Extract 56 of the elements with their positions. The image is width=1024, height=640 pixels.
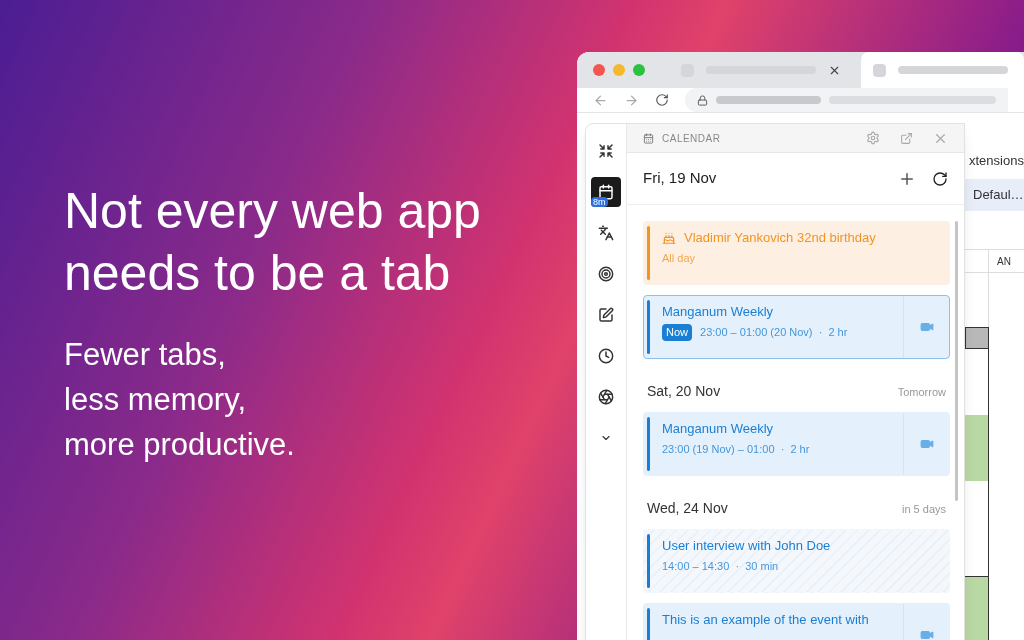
event-card[interactable]: Vladimir Yankovich 32nd birthday All day <box>643 221 950 285</box>
event-title: Manganum Weekly <box>662 421 774 437</box>
time-badge: 8m <box>591 197 608 207</box>
back-icon[interactable] <box>593 92 608 108</box>
scrollbar[interactable] <box>955 221 958 501</box>
event-card[interactable]: This is an example of the event with <box>643 603 950 640</box>
event-time: All day <box>662 251 696 266</box>
current-date: Fri, 19 Nov <box>643 168 717 189</box>
arrows-icon <box>598 143 614 159</box>
calendar-icon <box>598 184 614 200</box>
translate-icon <box>598 225 614 241</box>
headline: Not every web app needs to be a tab <box>64 182 482 303</box>
subline: less memory, <box>64 381 247 419</box>
event-card[interactable]: User interview with John Doe 14:00 – 14:30 · 30 min <box>643 529 950 593</box>
event-time: 23:00 (19 Nov) – 01:00 · 2 hr <box>662 442 810 457</box>
pop-out-icon[interactable] <box>900 131 913 145</box>
event-title: This is an example of the event with <box>662 612 869 628</box>
sidebar-app-button[interactable]: 8m <box>591 177 621 207</box>
subline: Fewer tabs, <box>64 336 227 374</box>
day-heading: Sat, 20 Nov <box>647 382 721 401</box>
refresh-icon[interactable] <box>932 170 948 187</box>
maximize-window-icon[interactable] <box>633 64 645 76</box>
minimize-window-icon[interactable] <box>613 64 625 76</box>
column-header: AN <box>996 254 1012 269</box>
video-icon[interactable] <box>919 437 934 451</box>
swirl-icon <box>598 389 614 405</box>
header-cell <box>965 326 989 349</box>
subline: more productive. <box>64 426 296 464</box>
address-bar[interactable] <box>685 88 1008 112</box>
close-window-icon[interactable] <box>593 64 605 76</box>
event-title: Manganum Weekly <box>662 304 774 320</box>
video-icon[interactable] <box>919 320 934 334</box>
event-card[interactable]: Manganum Weekly Now 23:00 – 01:00 (20 Nov) · 2 hr <box>643 295 950 359</box>
cake-icon <box>662 231 676 245</box>
target-icon <box>598 266 614 282</box>
browser-tab[interactable] <box>861 52 1024 88</box>
forward-icon[interactable] <box>624 92 639 108</box>
video-icon[interactable] <box>919 628 934 640</box>
event-time: 23:00 – 01:00 (20 Nov) · 2 hr <box>700 325 848 340</box>
relative-day: in 5 days <box>901 501 946 518</box>
event-card[interactable]: Manganum Weekly 23:00 (19 Nov) – 01:00 · 2 hr <box>643 412 950 476</box>
lock-icon <box>697 94 708 106</box>
day-heading: Wed, 24 Nov <box>647 499 728 518</box>
highlighted-cell <box>965 576 989 640</box>
panel-title: CALENDAR <box>662 131 721 146</box>
event-title: User interview with John Doe <box>662 538 831 554</box>
calendar-icon <box>643 132 654 144</box>
clock-icon <box>598 348 614 364</box>
now-badge: Now <box>662 324 692 341</box>
edit-icon <box>598 307 614 323</box>
settings-icon[interactable] <box>866 131 880 145</box>
highlighted-cell <box>965 414 989 481</box>
event-time: 14:00 – 14:30 · 30 min <box>662 559 779 574</box>
event-title: Vladimir Yankovich 32nd birthday <box>684 230 876 246</box>
relative-day: Tomorrow <box>897 384 946 401</box>
reload-icon[interactable] <box>655 93 669 107</box>
